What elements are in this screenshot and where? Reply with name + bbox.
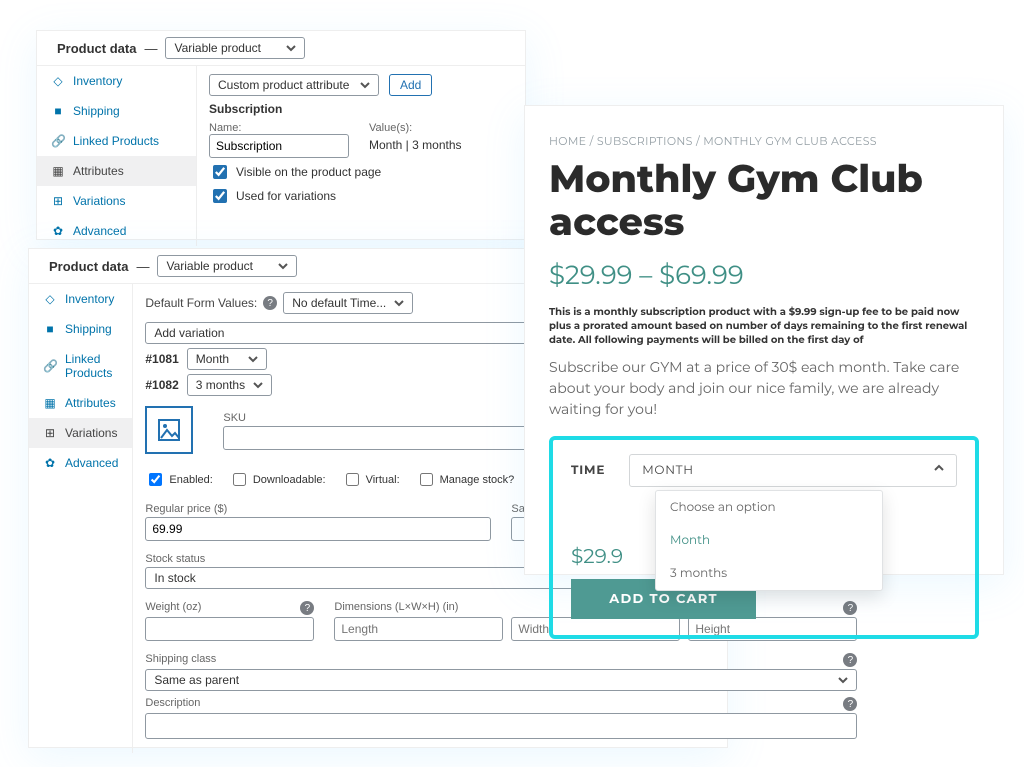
weight-input[interactable] — [145, 617, 314, 641]
manage-stock-cb[interactable] — [420, 473, 433, 486]
help-icon[interactable]: ? — [843, 697, 857, 711]
attributes-form: Custom product attribute Add Subscriptio… — [197, 66, 525, 246]
variation-1-select[interactable]: Month — [187, 348, 267, 370]
nav-variations[interactable]: ⊞Variations — [29, 418, 132, 448]
add-attribute-button[interactable]: Add — [389, 74, 432, 96]
name-label: Name: — [209, 122, 349, 134]
nav-shipping[interactable]: ■Shipping — [29, 314, 132, 344]
time-dropdown: Choose an option Month 3 months — [655, 490, 883, 591]
storefront-preview: HOME / SUBSCRIPTIONS / MONTHLY GYM CLUB … — [524, 105, 1004, 575]
product-type-select[interactable]: Variable product — [165, 37, 305, 59]
help-icon[interactable]: ? — [263, 296, 277, 310]
subscription-note: This is a monthly subscription product w… — [549, 305, 979, 347]
product-type-select[interactable]: Variable product — [157, 255, 297, 277]
visible-cb[interactable] — [213, 165, 227, 179]
price-range: $29.99 – $69.99 — [549, 259, 979, 291]
time-option-3months[interactable]: 3 months — [656, 557, 882, 590]
product-data-header: Product data— Variable product — [37, 31, 525, 65]
nav-inventory[interactable]: ◇Inventory — [29, 284, 132, 314]
nav-linked-products[interactable]: 🔗Linked Products — [37, 126, 196, 156]
attribute-type-select[interactable]: Custom product attribute — [209, 74, 379, 96]
virtual-cb[interactable] — [346, 473, 359, 486]
attribute-title: Subscription — [209, 102, 513, 116]
nav-linked-products[interactable]: 🔗Linked Products — [29, 344, 132, 388]
chevron-up-icon — [934, 463, 944, 473]
product-description: Subscribe our GYM at a price of 30$ each… — [549, 357, 979, 420]
help-icon[interactable]: ? — [843, 653, 857, 667]
chevron-down-icon — [278, 261, 288, 271]
nav-advanced[interactable]: ✿Advanced — [29, 448, 132, 478]
enabled-cb[interactable] — [149, 473, 162, 486]
length-input[interactable] — [334, 617, 503, 641]
attribute-name-input[interactable] — [209, 134, 349, 158]
chevron-down-icon — [286, 43, 296, 53]
nav-advanced[interactable]: ✿Advanced — [37, 216, 196, 246]
nav-attributes[interactable]: ▦Attributes — [37, 156, 196, 186]
attribute-values: Month | 3 months — [369, 134, 513, 152]
downloadable-cb[interactable] — [233, 473, 246, 486]
description-input[interactable] — [145, 713, 857, 739]
admin-panel-attributes: Product data— Variable product ◇Inventor… — [36, 30, 526, 240]
variation-option-box: TIME MONTH Choose an option Month 3 mont… — [549, 436, 979, 639]
time-option-choose[interactable]: Choose an option — [656, 491, 882, 524]
variation-2-select[interactable]: 3 months — [187, 374, 272, 396]
regular-price-input[interactable] — [145, 517, 491, 541]
help-icon[interactable]: ? — [300, 601, 314, 615]
nav-shipping[interactable]: ■Shipping — [37, 96, 196, 126]
chevron-down-icon — [394, 298, 404, 308]
default-form-value-select[interactable]: No default Time... — [283, 292, 413, 314]
product-data-nav: ◇Inventory ■Shipping 🔗Linked Products ▦A… — [37, 66, 197, 246]
nav-attributes[interactable]: ▦Attributes — [29, 388, 132, 418]
time-label: TIME — [571, 463, 605, 478]
product-title: Monthly Gym Club access — [549, 158, 979, 243]
nav-variations[interactable]: ⊞Variations — [37, 186, 196, 216]
time-option-month[interactable]: Month — [656, 524, 882, 557]
used-for-variations-cb[interactable] — [213, 189, 227, 203]
breadcrumb: HOME / SUBSCRIPTIONS / MONTHLY GYM CLUB … — [549, 134, 979, 148]
chevron-down-icon — [360, 80, 370, 90]
shipping-class-select[interactable]: Same as parent — [145, 669, 857, 691]
time-select[interactable]: MONTH — [629, 454, 957, 487]
nav-inventory[interactable]: ◇Inventory — [37, 66, 196, 96]
variation-image-button[interactable] — [145, 406, 193, 454]
values-label: Value(s): — [369, 122, 513, 134]
image-icon — [157, 418, 181, 442]
